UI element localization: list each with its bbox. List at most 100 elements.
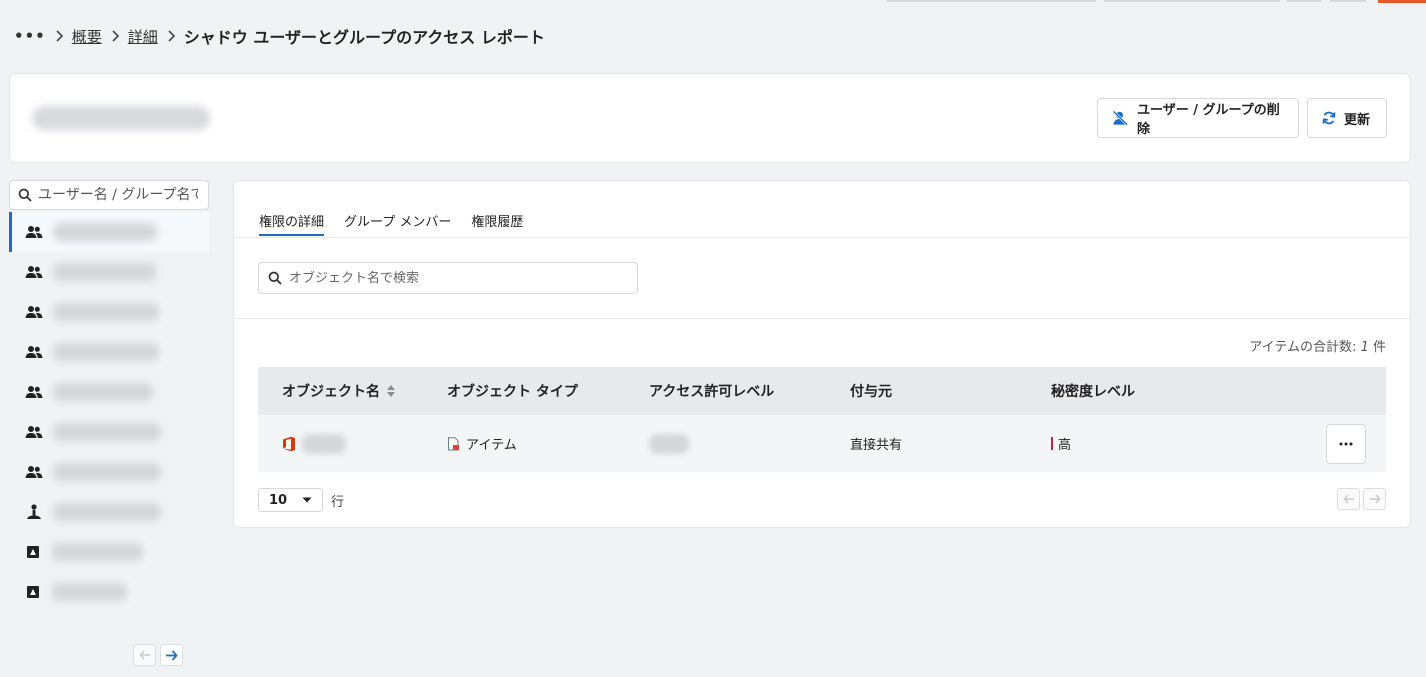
cell-object-type: アイテム (447, 434, 649, 453)
chevron-right-icon (112, 30, 119, 42)
principal-item[interactable] (9, 572, 209, 612)
divider (234, 237, 1410, 238)
group-icon (25, 426, 43, 438)
sort-icon[interactable] (386, 384, 396, 398)
object-search-input[interactable] (289, 270, 619, 286)
app-icon (27, 546, 39, 558)
refresh-button-label: 更新 (1344, 112, 1371, 128)
file-icon (448, 436, 459, 450)
principal-name-blurred (53, 223, 157, 241)
arrow-left-icon (139, 650, 150, 660)
table-pagination (1337, 488, 1386, 510)
group-icon (25, 266, 43, 278)
permissions-card: 権限の詳細 グループ メンバー 権限履歴 アイテムの合計数: 1 件 オブジェク… (233, 180, 1411, 528)
principal-name-blurred (53, 303, 159, 321)
principal-name-blurred (51, 583, 127, 601)
caret-down-icon (302, 497, 312, 503)
user-remove-icon (1112, 110, 1128, 126)
page-size-control: 10 行 (258, 488, 344, 512)
sidebar-prev-page-button[interactable] (133, 644, 156, 666)
top-strip-segment (1286, 0, 1322, 2)
person-icon (27, 504, 41, 519)
table-row[interactable]: アイテム 直接共有 高 (258, 415, 1386, 472)
group-icon (25, 226, 43, 238)
cell-access-level (649, 433, 850, 454)
principal-search (9, 180, 209, 210)
principal-item[interactable] (9, 292, 209, 332)
principal-item[interactable] (9, 532, 209, 572)
column-header-granted-via: 付与元 (850, 384, 892, 400)
column-header-object-type: オブジェクト タイプ (447, 384, 578, 400)
access-level-blurred (649, 433, 689, 454)
principal-item[interactable] (9, 412, 209, 452)
principal-item[interactable] (9, 212, 209, 252)
principal-item[interactable] (9, 452, 209, 492)
tab-group-members[interactable]: グループ メンバー (344, 211, 451, 236)
cell-sensitivity: 高 (1051, 434, 1301, 453)
top-accent-bar (1378, 0, 1426, 3)
cell-object-name (258, 433, 447, 454)
principal-name-blurred (51, 543, 143, 561)
column-header-sensitivity: 秘密度レベル (1051, 384, 1135, 400)
top-strip-segment (886, 0, 1096, 2)
principal-sidebar (9, 180, 209, 612)
group-icon (25, 306, 43, 318)
arrow-left-icon (1343, 494, 1354, 504)
prev-page-button[interactable] (1337, 488, 1360, 510)
refresh-icon (1322, 111, 1336, 125)
cell-granted-via: 直接共有 (850, 438, 903, 453)
chevron-right-icon (56, 30, 63, 42)
office-icon (283, 436, 295, 451)
tab-permission-details[interactable]: 権限の詳細 (259, 211, 325, 236)
delete-button-label: ユーザー / グループの削除 (1136, 103, 1280, 137)
page-size-select[interactable]: 10 (258, 488, 323, 512)
principal-item[interactable] (9, 492, 209, 532)
chevron-right-icon (168, 30, 175, 42)
principal-name-blurred (53, 463, 161, 481)
principal-name-blurred (53, 503, 161, 521)
next-page-button[interactable] (1363, 488, 1386, 510)
total-unit: 件 (1372, 340, 1386, 355)
breadcrumb-details-link[interactable]: 詳細 (128, 26, 158, 47)
more-icon (1339, 442, 1353, 445)
object-search (258, 262, 638, 294)
top-strip-segment (1104, 0, 1280, 2)
principal-item[interactable] (9, 372, 209, 412)
search-icon (268, 271, 282, 285)
tab-permission-history[interactable]: 権限履歴 (471, 211, 523, 236)
breadcrumb-overview-link[interactable]: 概要 (72, 26, 102, 47)
column-header-object-name[interactable]: オブジェクト名 (258, 381, 447, 401)
total-count: 1 (1360, 340, 1369, 355)
group-icon (25, 466, 43, 478)
page-title: シャドウ ユーザーとグループのアクセス レポート (183, 28, 545, 47)
group-icon (25, 346, 43, 358)
top-strip (886, 0, 1426, 3)
principal-search-input[interactable] (38, 187, 198, 203)
rows-label: 行 (331, 494, 345, 510)
cell-actions (1301, 423, 1386, 464)
selected-principal-name-blurred (32, 106, 210, 130)
total-items-count: アイテムの合計数: 1 件 (1249, 336, 1386, 355)
arrow-right-icon (166, 649, 178, 661)
table-header: オブジェクト名 オブジェクト タイプ アクセス許可レベル 付与元 秘密度レベル (258, 367, 1386, 415)
refresh-button[interactable]: 更新 (1307, 98, 1387, 138)
principal-item[interactable] (9, 332, 209, 372)
sensitivity-label: 高 (1058, 438, 1072, 453)
sidebar-next-page-button[interactable] (160, 644, 183, 666)
page-size-value: 10 (269, 492, 288, 508)
permissions-table: オブジェクト名 オブジェクト タイプ アクセス許可レベル 付与元 秘密度レベル (258, 367, 1386, 472)
row-more-actions-button[interactable] (1326, 423, 1366, 464)
total-label: アイテムの合計数: (1249, 340, 1357, 355)
divider (234, 318, 1410, 319)
breadcrumb-more-button[interactable]: ••• (14, 28, 46, 44)
sidebar-pagination (133, 644, 183, 666)
principal-item[interactable] (9, 252, 209, 292)
header-card: ユーザー / グループの削除 更新 (9, 73, 1411, 163)
delete-user-group-button[interactable]: ユーザー / グループの削除 (1097, 98, 1299, 138)
principal-list (9, 212, 209, 612)
top-strip-segment (1330, 0, 1366, 2)
principal-name-blurred (53, 263, 157, 281)
app-icon (27, 586, 39, 598)
object-name-blurred (302, 433, 346, 454)
arrow-right-icon (1369, 494, 1380, 504)
